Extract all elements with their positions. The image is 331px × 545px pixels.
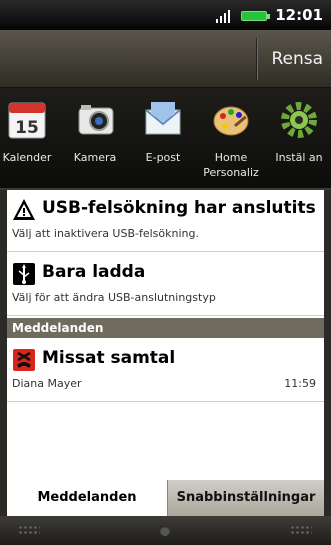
app-home-personalize[interactable]: Home Personaliz bbox=[192, 100, 262, 186]
notification-title: Bara ladda bbox=[42, 262, 146, 282]
panel-edge-right bbox=[324, 190, 331, 516]
status-bar: 12:01 bbox=[0, 0, 331, 30]
messages-section-heading: Meddelanden bbox=[7, 318, 324, 338]
app-camera[interactable]: Kamera bbox=[56, 100, 126, 186]
notification-missed-call[interactable]: Missat samtal Diana Mayer 11:59 bbox=[7, 340, 324, 402]
notification-title: Missat samtal bbox=[42, 348, 176, 368]
status-clock: 12:01 bbox=[275, 6, 323, 24]
app-settings[interactable]: Instäl an bbox=[260, 100, 330, 186]
notification-title: USB-felsökning har anslutits bbox=[42, 198, 316, 218]
notification-list: USB-felsökning har anslutits Välj att in… bbox=[7, 190, 324, 480]
settings-gear-icon bbox=[281, 102, 317, 138]
warning-icon bbox=[13, 199, 35, 220]
clear-button[interactable]: Rensa bbox=[256, 38, 331, 80]
panel-edge-left bbox=[0, 190, 7, 516]
svg-text:15: 15 bbox=[15, 118, 39, 138]
app-calendar[interactable]: 15 Kalender bbox=[0, 100, 58, 186]
drag-handle-bar[interactable] bbox=[0, 516, 331, 545]
caller-name: Diana Mayer bbox=[12, 377, 82, 390]
app-label: E-post bbox=[145, 151, 181, 164]
missed-call-icon bbox=[13, 349, 35, 371]
notification-subtitle: Välj för att ändra USB-anslutningstyp bbox=[12, 291, 216, 304]
palette-icon bbox=[213, 106, 249, 136]
recent-apps-strip: 15 Kalender Kamera E-post Home Personali bbox=[0, 88, 331, 190]
calendar-icon: 15 bbox=[8, 102, 46, 139]
notification-charge-only[interactable]: Bara ladda Välj för att ändra USB-anslut… bbox=[7, 254, 324, 316]
grip-texture-left bbox=[18, 525, 40, 535]
mail-icon bbox=[145, 102, 181, 135]
notification-tabs: Meddelanden Snabbinställningar bbox=[7, 480, 324, 516]
tab-notifications[interactable]: Meddelanden bbox=[7, 480, 167, 516]
app-label: Instäl an bbox=[275, 151, 323, 164]
call-time: 11:59 bbox=[284, 377, 316, 390]
notification-subtitle: Välj att inaktivera USB-felsökning. bbox=[12, 227, 199, 240]
app-label: Home Personaliz bbox=[203, 151, 259, 179]
battery-icon bbox=[241, 11, 270, 21]
camera-icon bbox=[78, 105, 114, 135]
app-label: Kamera bbox=[73, 151, 117, 164]
notification-header: Rensa bbox=[0, 30, 331, 88]
signal-strength-icon bbox=[216, 10, 230, 23]
notification-usb-debugging[interactable]: USB-felsökning har anslutits Välj att in… bbox=[7, 190, 324, 252]
drag-handle-icon bbox=[160, 526, 170, 536]
grip-texture-right bbox=[290, 525, 312, 535]
tab-quick-settings[interactable]: Snabbinställningar bbox=[167, 480, 324, 516]
app-email[interactable]: E-post bbox=[124, 100, 194, 186]
usb-icon bbox=[13, 263, 35, 285]
